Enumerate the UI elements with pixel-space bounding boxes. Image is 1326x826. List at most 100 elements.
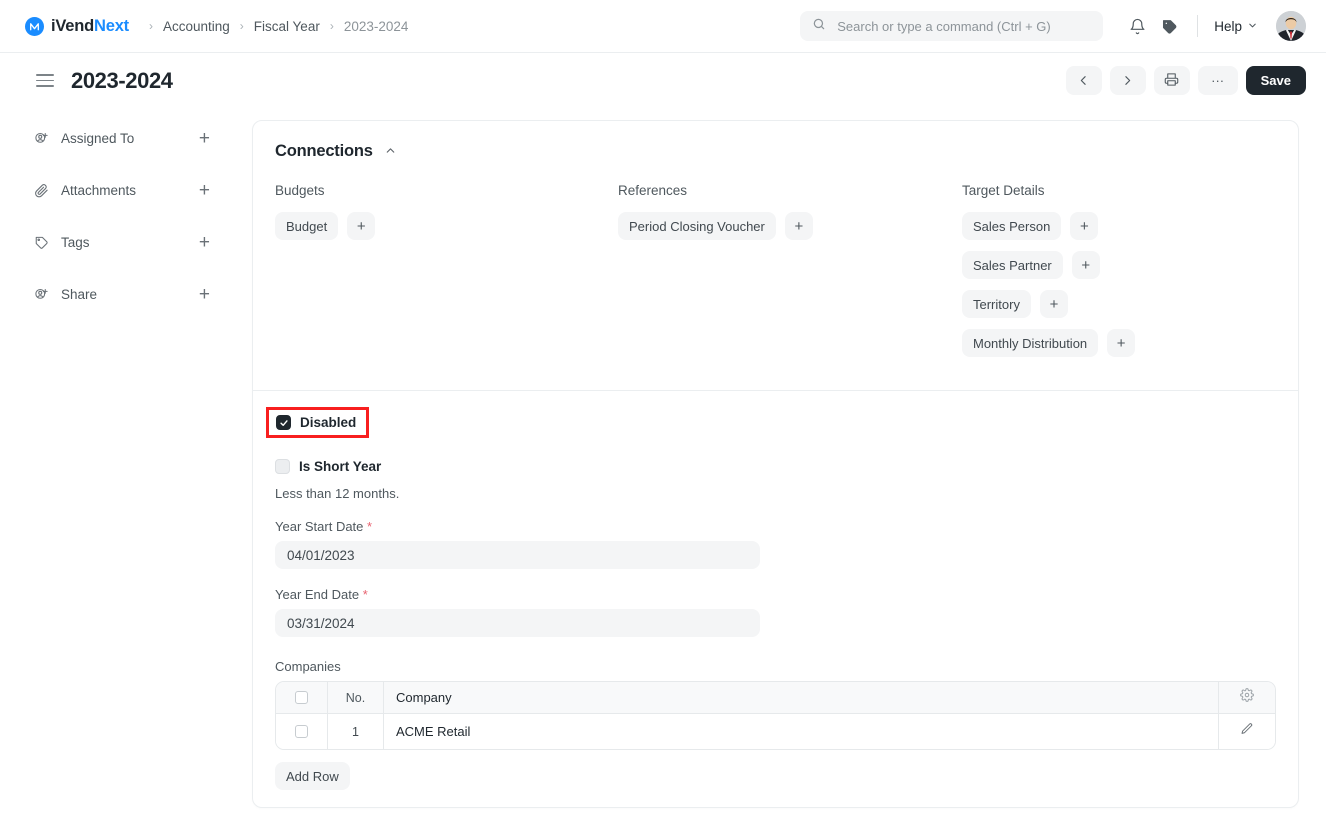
disabled-label: Disabled xyxy=(300,415,357,430)
connections-title: Connections xyxy=(275,142,373,160)
label-text: Year Start Date xyxy=(275,519,364,534)
select-all-cell xyxy=(276,682,328,713)
link-territory-button[interactable]: Territory xyxy=(962,290,1031,318)
chevron-up-icon[interactable] xyxy=(384,144,397,160)
chevron-down-icon xyxy=(1247,19,1258,34)
year-end-date-label: Year End Date * xyxy=(275,587,1276,602)
breadcrumb: › Accounting › Fiscal Year › 2023-2024 xyxy=(141,19,410,34)
sidebar-item-tags[interactable]: Tags + xyxy=(34,229,252,255)
paperclip-icon xyxy=(34,183,52,198)
add-period-closing-voucher-button[interactable]: + xyxy=(784,212,813,240)
row-edit-button[interactable] xyxy=(1219,714,1275,749)
share-user-icon xyxy=(34,287,52,302)
add-tag-button[interactable]: + xyxy=(199,233,210,252)
brand-name-primary: iVend xyxy=(51,16,95,35)
add-sales-person-button[interactable]: + xyxy=(1070,212,1099,240)
next-button[interactable] xyxy=(1109,66,1146,95)
sidebar-item-share[interactable]: Share + xyxy=(34,281,252,307)
edit-pencil-icon xyxy=(1240,722,1254,741)
chip-row: Budget + xyxy=(275,212,618,240)
top-navbar: iVendNext › Accounting › Fiscal Year › 2… xyxy=(0,0,1326,53)
breadcrumb-item-fiscal-year[interactable]: Fiscal Year xyxy=(252,19,322,34)
global-search[interactable] xyxy=(800,11,1104,41)
year-end-date-field: Year End Date * xyxy=(275,587,1276,637)
disabled-checkbox[interactable] xyxy=(276,415,291,430)
sidebar-label: Attachments xyxy=(61,182,137,198)
year-end-date-input[interactable] xyxy=(275,609,760,637)
breadcrumb-item-current: 2023-2024 xyxy=(343,18,409,34)
nav-divider xyxy=(1197,15,1199,37)
is-short-year-row: Is Short Year xyxy=(275,459,1276,474)
chip-row: Sales Person + xyxy=(962,212,1135,240)
year-start-date-input[interactable] xyxy=(275,541,760,569)
row-number: 1 xyxy=(328,714,384,749)
print-icon xyxy=(1164,72,1179,90)
table-settings-button[interactable] xyxy=(1219,682,1275,713)
search-icon xyxy=(812,17,826,36)
row-checkbox[interactable] xyxy=(295,725,308,738)
chip-row: Territory + xyxy=(962,290,1135,318)
add-monthly-distribution-button[interactable]: + xyxy=(1107,329,1136,357)
required-indicator: * xyxy=(362,587,368,602)
logo-icon xyxy=(25,16,44,36)
connections-group-budgets: Budgets Budget + xyxy=(275,183,618,368)
column-header-no: No. xyxy=(328,682,384,713)
avatar[interactable] xyxy=(1276,11,1306,41)
link-period-closing-voucher-button[interactable]: Period Closing Voucher xyxy=(618,212,776,240)
link-budget-button[interactable]: Budget xyxy=(275,212,339,240)
sidebar-item-assigned-to[interactable]: Assigned To + xyxy=(34,125,252,151)
tag-icon[interactable] xyxy=(1153,10,1185,42)
group-title: References xyxy=(618,183,688,198)
add-budget-button[interactable]: + xyxy=(347,212,376,240)
year-start-date-label: Year Start Date * xyxy=(275,519,1276,534)
sidebar-label: Share xyxy=(61,286,98,302)
tag-icon xyxy=(34,235,52,250)
main-card: Connections Budgets Budget + References xyxy=(252,120,1299,808)
sidebar-toggle-icon[interactable] xyxy=(36,70,54,91)
link-sales-partner-button[interactable]: Sales Partner xyxy=(962,251,1063,279)
sidebar-label: Assigned To xyxy=(61,130,135,146)
disabled-field-highlight: Disabled xyxy=(266,407,370,438)
search-input[interactable] xyxy=(835,17,1092,35)
group-title: Target Details xyxy=(962,183,1045,198)
page-header: 2023-2024 ··· Save xyxy=(0,53,1326,108)
row-company-name[interactable]: ACME Retail xyxy=(384,714,1219,749)
chip-row: Period Closing Voucher + xyxy=(618,212,962,240)
sidebar-item-attachments[interactable]: Attachments + xyxy=(34,177,252,203)
add-territory-button[interactable]: + xyxy=(1039,290,1068,318)
notifications-icon[interactable] xyxy=(1121,10,1153,42)
link-monthly-distribution-button[interactable]: Monthly Distribution xyxy=(962,329,1099,357)
previous-button[interactable] xyxy=(1065,66,1102,95)
gear-icon xyxy=(1240,688,1254,707)
connections-group-target-details: Target Details Sales Person + Sales Part… xyxy=(962,183,1136,368)
companies-table: No. Company 1 ACME Retail xyxy=(275,681,1276,750)
help-label: Help xyxy=(1214,18,1242,34)
breadcrumb-separator: › xyxy=(329,19,334,33)
assign-user-icon xyxy=(34,131,52,146)
link-sales-person-button[interactable]: Sales Person xyxy=(962,212,1062,240)
brand-name-secondary: Next xyxy=(94,16,129,35)
help-menu[interactable]: Help xyxy=(1210,19,1262,34)
fiscal-year-form: Disabled Is Short Year Less than 12 mont… xyxy=(253,391,1298,810)
page-toolbar: ··· Save xyxy=(1065,66,1306,95)
select-all-checkbox[interactable] xyxy=(295,691,308,704)
chip-row: Monthly Distribution + xyxy=(962,329,1136,357)
column-header-company: Company xyxy=(384,682,1219,713)
table-row[interactable]: 1 ACME Retail xyxy=(276,714,1275,749)
is-short-year-checkbox[interactable] xyxy=(275,459,290,474)
more-actions-button[interactable]: ··· xyxy=(1197,66,1238,95)
add-attachment-button[interactable]: + xyxy=(199,181,210,200)
breadcrumb-separator: › xyxy=(148,19,153,33)
connections-header[interactable]: Connections xyxy=(275,142,1276,161)
add-row-button[interactable]: Add Row xyxy=(275,762,350,790)
print-button[interactable] xyxy=(1153,66,1190,95)
table-header-row: No. Company xyxy=(276,682,1275,714)
add-sales-partner-button[interactable]: + xyxy=(1071,251,1100,279)
share-button[interactable]: + xyxy=(199,285,210,304)
group-title: Budgets xyxy=(275,183,325,198)
add-assigned-to-button[interactable]: + xyxy=(199,129,210,148)
save-button[interactable]: Save xyxy=(1245,66,1306,95)
breadcrumb-item-accounting[interactable]: Accounting xyxy=(161,19,232,34)
page-title: 2023-2024 xyxy=(71,67,173,93)
brand-logo[interactable]: iVendNext xyxy=(25,16,129,36)
